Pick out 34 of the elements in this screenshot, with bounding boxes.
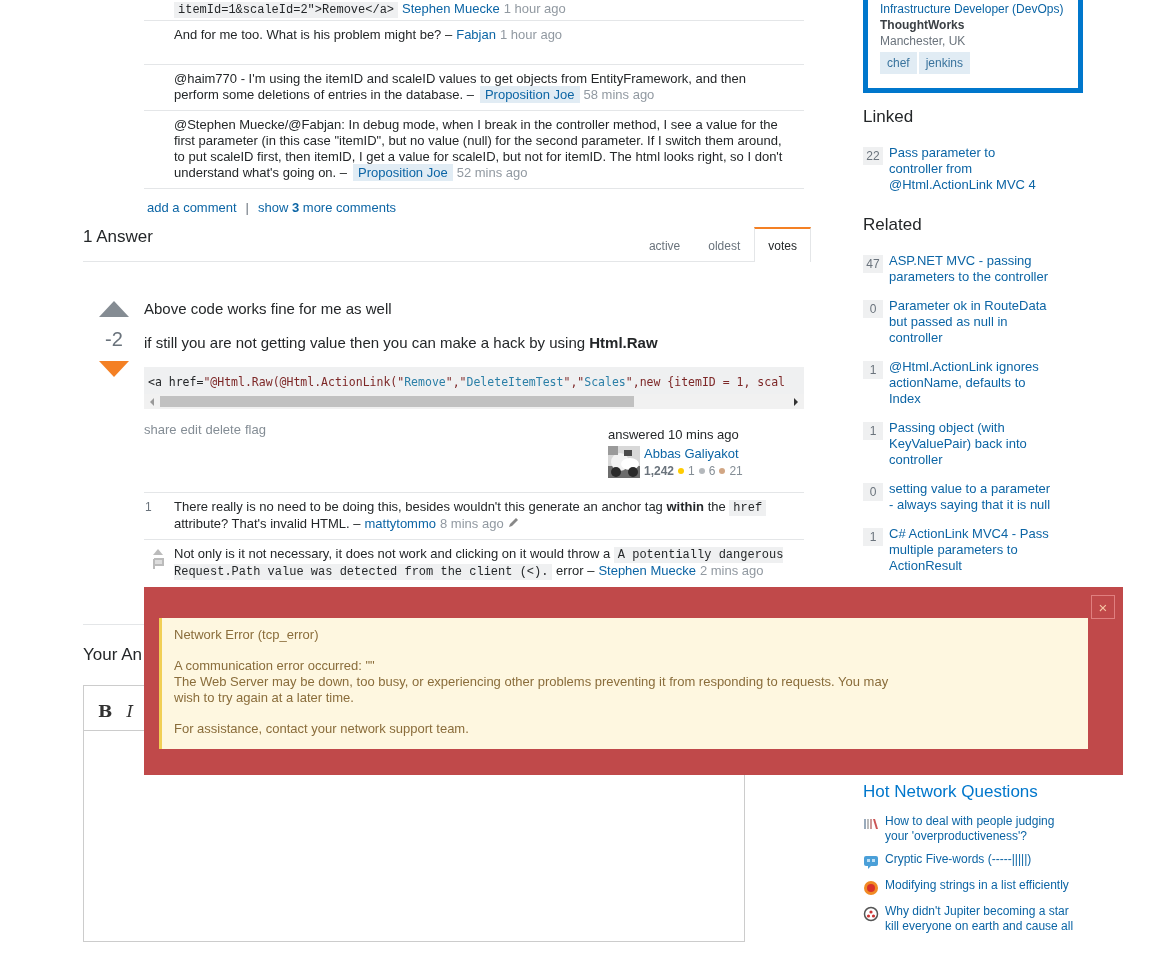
code-text: <a href="@Html.Raw(@Html.ActionLink("Remove","DeleteItemTest","Scales",new {itemID = 1, scal (147, 374, 787, 391)
comment-text: And for me too. What is his problem might be? – Fabjan 1 hour ago (174, 27, 564, 44)
separator: | (245, 199, 249, 215)
answer-count: 47 (863, 255, 883, 273)
answers-count: 1 Answer (83, 227, 153, 247)
error-text: A communication error occurred: "" The Web Server may be down, too busy, or experiencing other problems preventing it from responding to requests. You may wish to try again at a later time. (174, 658, 890, 706)
badge-count: 6 (708, 464, 716, 478)
comment-text: @haim770 - I'm using the itemID and scaleID values to get objects from EntityFramework, and then perform some deletions of entries in the database. – Proposition Joe 58 mins ago (174, 71, 748, 103)
answer-count: 0 (863, 300, 883, 318)
vote-count: -2 (105, 327, 123, 351)
error-title: Network Error (tcp_error) (174, 627, 320, 643)
section-heading: Related (863, 215, 923, 235)
answer-count: 1 (863, 422, 883, 440)
error-text: For assistance, contact your network support team. (174, 721, 470, 737)
company-name: ThoughtWorks (880, 17, 966, 33)
section-heading: Linked (863, 107, 915, 127)
your-answer-heading: Your An (83, 645, 142, 665)
answered-time: answered 10 mins ago (608, 427, 740, 442)
comment-text: itemId=1&scaleId=2">Remove</a> Stephen Muecke 1 hour ago (174, 1, 786, 18)
answer-text: if still you are not getting value then you can make a hack by using Html.Raw (144, 333, 659, 353)
location-text: Manchester, UK (880, 33, 967, 49)
comment-text: Not only is it not necessary, it does not work and clicking on it would throw a A potentially dangerous Request.Path value was detected from the client (<). error – Stephen Muecke 2 mins ago (174, 546, 785, 580)
comment-text: There really is no need to be doing this, besides wouldn't this generate an anchor tag within the href attribute? That's invalid HTML. – mattytommo 8 mins ago (174, 499, 786, 532)
comment-text: @Stephen Muecke/@Fabjan: In debug mode, when I break in the controller method, I see a value for the first parameter (in this case "itemID", but no value (null) for the second parameter. If I switch them around, to put scaleID first, then itemID, I get a value for scaleID, but not for itemID. The html looks right, so I don't understand what's going on. – Proposition Joe 52 mins ago (174, 117, 784, 181)
badge-count: 21 (729, 464, 743, 478)
comment-score: 1 (145, 499, 152, 515)
answer-count: 1 (863, 528, 883, 546)
answer-count: 22 (863, 147, 883, 165)
job-title: Infrastructure Developer (DevOps) (880, 1, 1065, 17)
reputation-score: 1,242 (644, 464, 675, 478)
answer-text: Above code works fine for me as well (144, 299, 393, 319)
answer-count: 0 (863, 483, 883, 501)
answer-count: 1 (863, 361, 883, 379)
badge-count: 1 (688, 464, 695, 478)
